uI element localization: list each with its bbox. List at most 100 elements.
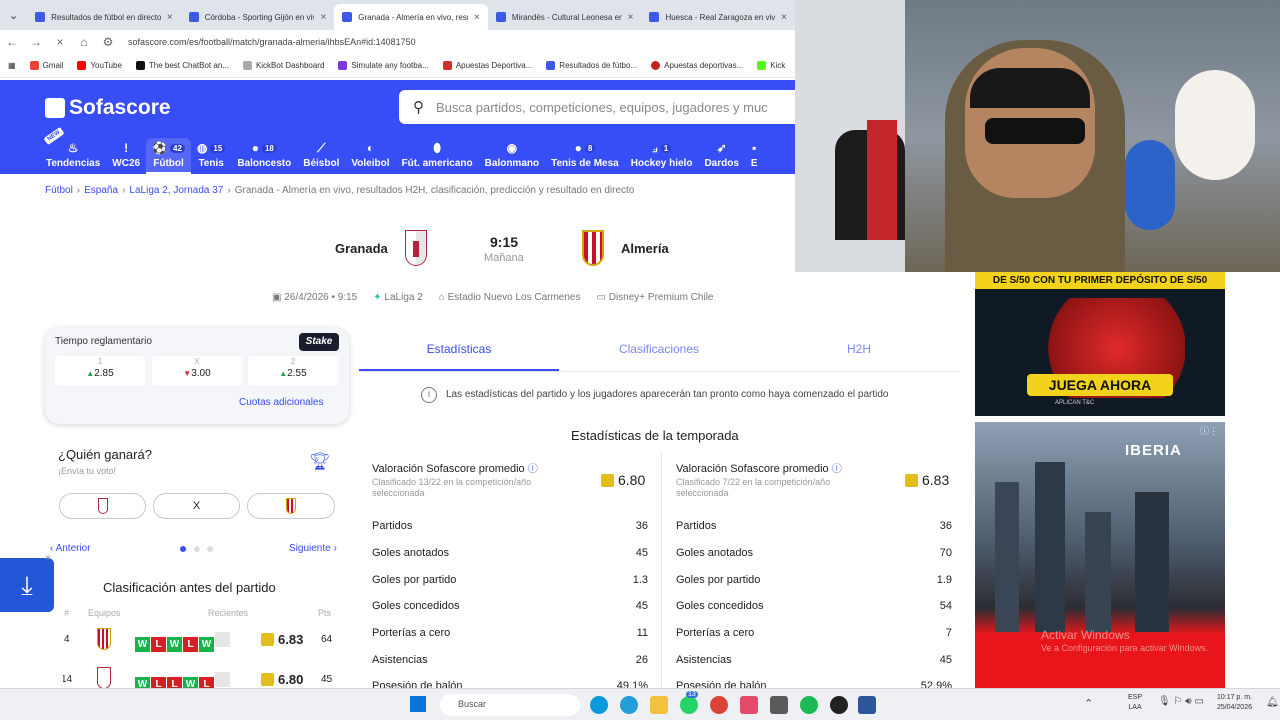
odds-away-button[interactable]: 2 ▲2.55 [248,356,338,386]
nav-item-tenis[interactable]: ◍ 15 Tenis [191,138,231,174]
breadcrumb-link[interactable]: LaLiga 2, Jornada 37 [129,185,223,196]
away-team-name[interactable]: Almería [621,241,669,256]
home-team-name[interactable]: Granada [335,241,388,256]
match-time: 9:15 [490,234,519,250]
bookmark-item[interactable]: KickBot Dashboard [242,61,324,70]
close-download-icon[interactable]: × [45,553,51,564]
browser-tab[interactable]: Huesca - Real Zaragoza en vivo × [641,4,795,30]
more-odds-link[interactable]: Cuotas adicionales [239,397,324,408]
close-tab-icon[interactable]: × [167,12,173,23]
apps-grid-icon[interactable]: ▦ [8,61,16,70]
sofascore-logo[interactable]: Sofascore [45,96,171,120]
close-tab-icon[interactable]: × [320,12,326,23]
tab-estadisticas[interactable]: Estadísticas [359,334,559,371]
tray-chevron-up-icon[interactable]: ⌃ [1084,697,1093,710]
nav-item-hockey-hielo[interactable]: ⟓ 1 Hockey hielo [625,138,699,174]
chrome-icon[interactable] [710,696,728,714]
nav-item-beisbol[interactable]: ⟋ Béisbol [297,138,345,174]
home-icon[interactable]: ⌂ [72,35,96,49]
vote-home-button[interactable] [59,493,146,519]
close-tab-icon[interactable]: × [781,12,787,23]
folder-icon[interactable] [650,696,668,714]
browser-tab[interactable]: Resultados de fútbol en directo × [27,4,181,30]
season-rating: 6.80 [601,472,645,488]
odds-home-button[interactable]: 1 ▲2.85 [55,356,145,386]
carousel-dot[interactable] [207,546,213,552]
site-info-icon[interactable]: ⚙ [96,35,120,49]
stat-row: Goles anotados 45 [372,540,648,567]
breadcrumb-link[interactable]: Fútbol [45,185,73,196]
nav-label: Voleibol [351,158,390,169]
download-button[interactable]: ⤓ [0,558,54,612]
odds-draw-button[interactable]: X ▼3.00 [152,356,242,386]
search-input[interactable]: ⚲ Busca partidos, competiciones, equipos,… [399,90,795,124]
previous-button[interactable]: ‹ Anterior [50,543,91,554]
bookmark-item[interactable]: Simulate any footba... [338,61,429,70]
nav-item-wc26[interactable]: ! WC26 [106,138,146,174]
tab-h2h[interactable]: H2H [759,334,959,371]
browser-tab-active[interactable]: Granada - Almería en vivo, resu × [334,4,488,30]
granada-crest[interactable] [405,230,427,266]
carousel-dot[interactable] [194,546,200,552]
bookmark-item[interactable]: The best ChatBot an... [135,61,229,70]
info-circle-icon[interactable]: ⓘ [832,464,842,475]
calculator-icon[interactable] [770,696,788,714]
spotify-icon[interactable] [800,696,818,714]
word-icon[interactable] [858,696,876,714]
tab-list-chevron-icon[interactable]: ⌄ [0,9,27,22]
whatsapp-icon[interactable] [680,696,698,714]
stop-icon[interactable]: × [48,35,72,49]
table-row[interactable]: 14 WLLWL 6.80 45 [63,667,333,689]
windows-start-icon[interactable] [410,696,426,712]
taskbar-search[interactable]: Buscar [440,694,580,716]
breadcrumb-link[interactable]: España [84,185,118,196]
baseball-bat-icon: ⟋ [317,140,326,155]
ad-banner-casino[interactable]: DE S/50 CON TU PRIMER DEPÓSITO DE S/50 J… [975,272,1225,416]
close-tab-icon[interactable]: × [628,12,634,23]
match-league[interactable]: ✦ LaLiga 2 [373,292,423,303]
info-circle-icon[interactable]: ⓘ [528,464,538,475]
nav-item-voleibol[interactable]: ◐ Voleibol [345,138,395,174]
vote-draw-button[interactable]: X [153,493,240,519]
table-row[interactable]: 4 WLWLW 6.83 64 [63,628,333,652]
nav-item-tenis-de-mesa[interactable]: ● 8 Tenis de Mesa [545,138,625,174]
browser-tab[interactable]: Mirandés - Cultural Leonesa en × [488,4,642,30]
ad-choices-icon[interactable]: ⓘ⋮ [1200,424,1218,437]
nav-item-baloncesto[interactable]: ● 18 Baloncesto [231,138,297,174]
bookmark-item[interactable]: YouTube [77,61,122,70]
bookmark-item[interactable]: Apuestas deportivas... [651,61,743,70]
bookmark-item[interactable]: Apuestas Deportiva... [442,61,532,70]
forward-icon[interactable]: → [24,35,48,49]
obs-icon[interactable] [830,696,848,714]
vote-away-button[interactable] [247,493,335,519]
next-button[interactable]: Siguiente › [289,543,337,554]
nav-item-futbol-americano[interactable]: ⬮ Fút. americano [396,138,479,174]
edge-icon[interactable] [590,696,608,714]
nav-item-futbol[interactable]: ⚽ 42 Fútbol [146,138,191,174]
nav-item-balonmano[interactable]: ◉ Balonmano [479,138,545,174]
back-icon[interactable]: ← [0,35,24,49]
tray-icons[interactable]: 🎙︎ ⚐ 🔊︎ ▭ [1158,696,1204,707]
notification-bell-icon[interactable]: 🔔︎ [1266,697,1279,708]
almeria-crest[interactable] [582,230,604,266]
almeria-crest-icon [286,498,296,514]
tab-clasificaciones[interactable]: Clasificaciones [559,334,759,371]
ad1-cta-button[interactable]: JUEGA AHORA [1027,374,1173,396]
typora-icon[interactable] [740,696,758,714]
url-field[interactable]: sofascore.com/es/football/match/granada-… [128,37,416,47]
bookmark-item[interactable]: Resultados de fútbo... [546,61,637,70]
browser-tab[interactable]: Córdoba - Sporting Gijón en vivo × [181,4,335,30]
clock[interactable]: 10:17 p. m. 25/04/2026 [1208,693,1252,713]
carousel-dot-active[interactable] [180,546,186,552]
telegram-icon[interactable] [620,696,638,714]
bookmark-item[interactable]: Gmail [29,61,63,70]
nav-item-more[interactable]: ▪ E [745,138,764,174]
nav-item-dardos[interactable]: ➶ Dardos [698,138,744,174]
bookmark-item[interactable]: Kick [757,61,785,70]
stake-logo[interactable]: Stake [299,333,339,351]
close-tab-icon[interactable]: × [474,12,480,23]
language-indicator[interactable]: ESP LAA [1128,693,1142,713]
granada-crest-mark [413,241,419,257]
ad-banner-iberia[interactable]: IBERIA ⓘ⋮ Activar Windows Ve a Configura… [975,422,1225,688]
rating-square-icon [261,673,274,686]
